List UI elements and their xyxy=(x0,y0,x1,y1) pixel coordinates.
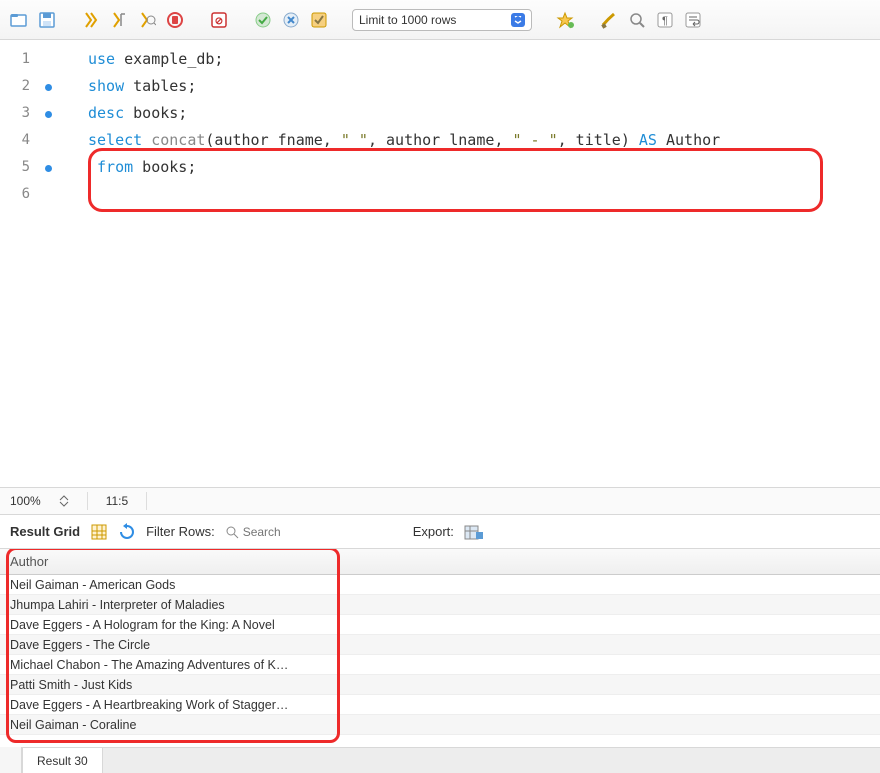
result-grid-label: Result Grid xyxy=(10,524,80,539)
execute-icon[interactable] xyxy=(80,9,102,31)
commit-icon[interactable] xyxy=(252,9,274,31)
beautify-icon[interactable] xyxy=(554,9,576,31)
export-icon[interactable] xyxy=(464,523,484,541)
invisible-chars-icon[interactable]: ¶ xyxy=(654,9,676,31)
cursor-position: 11:5 xyxy=(106,494,128,508)
rollback-icon[interactable] xyxy=(280,9,302,31)
main-toolbar: ⊘ Limit to 1000 rows ¶ xyxy=(0,0,880,40)
column-header[interactable]: Author xyxy=(0,549,880,575)
explain-icon[interactable] xyxy=(136,9,158,31)
dropdown-arrow-icon xyxy=(511,13,525,27)
grid-view-icon[interactable] xyxy=(90,523,108,541)
table-row[interactable]: Neil Gaiman - American Gods xyxy=(0,575,880,595)
svg-text:¶: ¶ xyxy=(662,15,668,27)
code-line[interactable]: show tables; xyxy=(72,73,880,100)
refresh-icon[interactable] xyxy=(118,523,136,541)
result-grid: Author Neil Gaiman - American GodsJhumpa… xyxy=(0,549,880,747)
wrap-icon[interactable] xyxy=(682,9,704,31)
table-row[interactable]: Jhumpa Lahiri - Interpreter of Maladies xyxy=(0,595,880,615)
toggle-commit-icon[interactable]: ⊘ xyxy=(208,9,230,31)
zoom-level: 100% xyxy=(10,494,41,508)
code-line[interactable]: desc books; xyxy=(72,100,880,127)
row-limit-label: Limit to 1000 rows xyxy=(359,13,456,27)
table-row[interactable]: Dave Eggers - A Hologram for the King: A… xyxy=(0,615,880,635)
open-file-icon[interactable] xyxy=(8,9,30,31)
result-tab[interactable]: Result 30 xyxy=(22,747,103,773)
export-label: Export: xyxy=(413,524,454,539)
editor-statusbar: 100% 11:5 xyxy=(0,487,880,515)
filter-search-input[interactable] xyxy=(243,525,363,539)
search-icon xyxy=(225,525,239,539)
save-icon[interactable] xyxy=(36,9,58,31)
result-tabs: Result 30 xyxy=(0,747,880,773)
filter-rows-label: Filter Rows: xyxy=(146,524,215,539)
execute-current-icon[interactable] xyxy=(108,9,130,31)
filter-search[interactable] xyxy=(225,525,363,539)
table-row[interactable]: Michael Chabon - The Amazing Adventures … xyxy=(0,655,880,675)
code-line[interactable]: select concat(author_fname, " ", author_… xyxy=(72,127,880,154)
zoom-stepper[interactable] xyxy=(59,495,69,507)
row-limit-select[interactable]: Limit to 1000 rows xyxy=(352,9,532,31)
brush-icon[interactable] xyxy=(598,9,620,31)
svg-text:⊘: ⊘ xyxy=(215,16,223,27)
result-toolbar: Result Grid Filter Rows: Export: xyxy=(0,515,880,549)
table-row[interactable]: Neil Gaiman - Coraline xyxy=(0,715,880,735)
sql-editor[interactable]: 123456use example_db;show tables;desc bo… xyxy=(0,40,880,487)
table-row[interactable]: Dave Eggers - A Heartbreaking Work of St… xyxy=(0,695,880,715)
code-line[interactable]: use example_db; xyxy=(72,46,880,73)
autocommit-icon[interactable] xyxy=(308,9,330,31)
table-row[interactable]: Patti Smith - Just Kids xyxy=(0,675,880,695)
stop-icon[interactable] xyxy=(164,9,186,31)
code-line[interactable]: from books; xyxy=(72,154,880,181)
find-icon[interactable] xyxy=(626,9,648,31)
table-row[interactable]: Dave Eggers - The Circle xyxy=(0,635,880,655)
